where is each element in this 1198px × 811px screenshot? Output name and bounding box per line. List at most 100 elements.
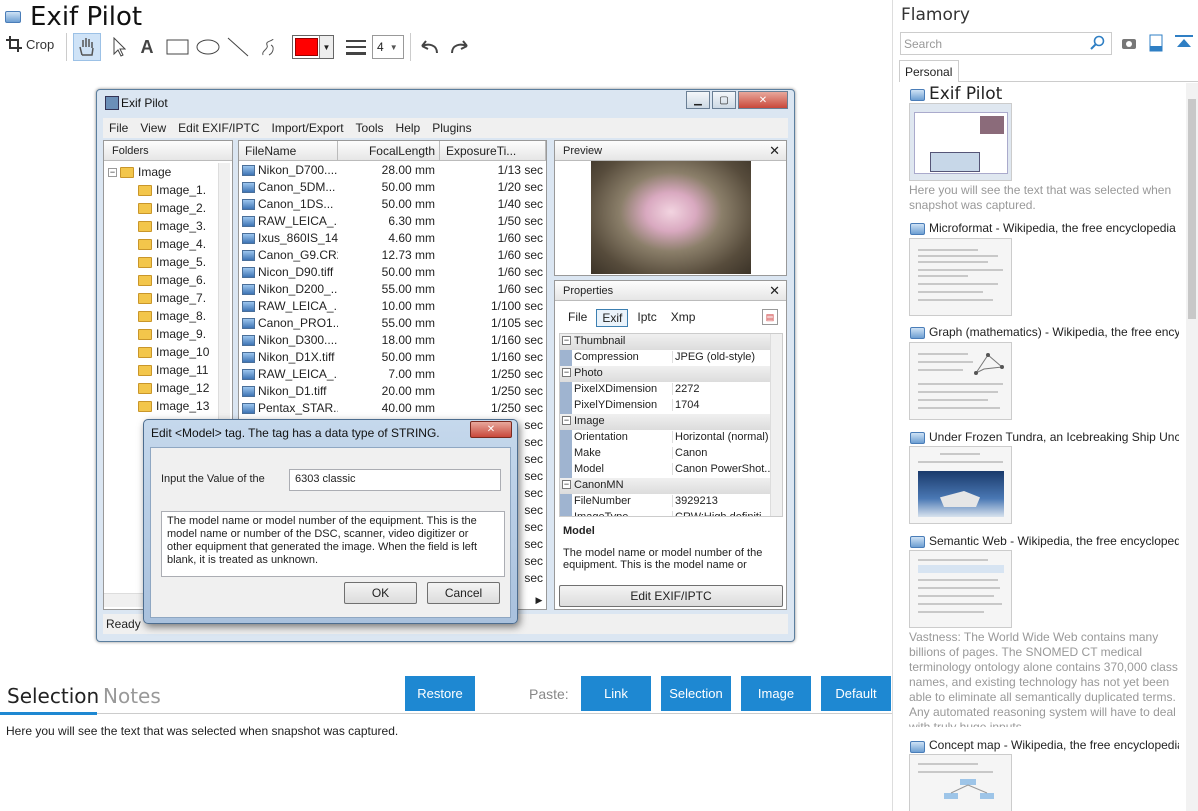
tab-personal[interactable]: Personal: [899, 60, 959, 82]
paste-selection-button[interactable]: Selection: [661, 676, 731, 711]
column-exposure[interactable]: ExposureTi...: [440, 141, 546, 161]
file-row[interactable]: Canon_1DS... 50.00 mm 1/40 sec: [239, 196, 546, 213]
line-width-button[interactable]: [343, 34, 369, 60]
maximize-button[interactable]: ▢: [712, 91, 736, 109]
redo-button[interactable]: [447, 34, 473, 60]
menu-plugins[interactable]: Plugins: [426, 121, 477, 135]
history-title[interactable]: Concept map - Wikipedia, the free encycl…: [929, 738, 1179, 752]
file-row[interactable]: Canon_PRO1... 55.00 mm 1/105 sec: [239, 315, 546, 332]
collapse-panel-icon[interactable]: [1175, 35, 1193, 54]
chevron-right-icon[interactable]: ▶: [532, 593, 546, 607]
file-row[interactable]: Nikon_D200_... 55.00 mm 1/60 sec: [239, 281, 546, 298]
paste-default-button[interactable]: Default: [821, 676, 891, 711]
tab-xmp[interactable]: Xmp: [666, 309, 701, 325]
line-tool-button[interactable]: [225, 34, 251, 60]
tree-folder-item[interactable]: Image_6.: [138, 271, 206, 289]
tag-value-input[interactable]: 6303 classic: [289, 469, 501, 491]
tree-folder-item[interactable]: Image_8.: [138, 307, 206, 325]
text-tool-button[interactable]: A: [136, 34, 158, 60]
scroll-thumb[interactable]: [1188, 99, 1196, 319]
color-picker[interactable]: ▼: [292, 35, 334, 59]
properties-scrollbar[interactable]: [770, 334, 782, 516]
stroke-width-select[interactable]: 4 ▼: [372, 35, 404, 59]
dialog-close-button[interactable]: ✕: [470, 421, 512, 438]
edit-exif-button[interactable]: Edit EXIF/IPTC: [559, 585, 783, 607]
tree-folder-item[interactable]: Image_9.: [138, 325, 206, 343]
close-icon[interactable]: ✕: [769, 283, 780, 299]
ok-button[interactable]: OK: [344, 582, 417, 604]
tree-folder-item[interactable]: Image_4.: [138, 235, 206, 253]
file-row[interactable]: RAW_LEICA_... 10.00 mm 1/100 sec: [239, 298, 546, 315]
restore-button[interactable]: Restore: [405, 676, 475, 711]
history-title[interactable]: Under Frozen Tundra, an Icebreaking Ship…: [929, 430, 1179, 444]
history-title[interactable]: Semantic Web - Wikipedia, the free encyc…: [929, 534, 1179, 548]
report-icon[interactable]: ▤: [762, 309, 778, 325]
select-tool-button[interactable]: [108, 34, 130, 60]
property-row[interactable]: Orientation Horizontal (normal): [560, 430, 770, 446]
cancel-button[interactable]: Cancel: [427, 582, 500, 604]
file-row[interactable]: Ixus_860IS_14...4.60 mm1/60 sec: [239, 230, 546, 247]
tab-selection[interactable]: Selection: [7, 684, 99, 708]
tree-folder-item[interactable]: Image_3.: [138, 217, 206, 235]
property-row[interactable]: FileNumber 3929213: [560, 494, 770, 510]
tab-file[interactable]: File: [563, 309, 592, 325]
close-icon[interactable]: ✕: [769, 143, 780, 159]
property-group-row[interactable]: − Photo: [560, 366, 770, 382]
tree-folder-item[interactable]: Image_2.: [138, 199, 206, 217]
history-scrollbar[interactable]: [1186, 83, 1198, 811]
column-focallength[interactable]: FocalLength: [338, 141, 440, 161]
close-button[interactable]: ✕: [738, 91, 788, 109]
property-row[interactable]: PixelYDimension 1704: [560, 398, 770, 414]
file-row[interactable]: Pentax_STAR... 40.00 mm 1/250 sec: [239, 400, 546, 417]
menu-file[interactable]: File: [103, 121, 134, 135]
ellipse-tool-button[interactable]: [195, 34, 221, 60]
tree-folder-item[interactable]: Image_7.: [138, 289, 206, 307]
hand-tool-button[interactable]: [73, 33, 101, 61]
history-thumbnail[interactable]: [909, 342, 1012, 420]
file-row[interactable]: RAW_LEICA_... 7.00 mm 1/250 sec: [239, 366, 546, 383]
file-row[interactable]: Nikon_D700.... 28.00 mm 1/13 sec: [239, 162, 546, 179]
menu-tools[interactable]: Tools: [350, 121, 390, 135]
paste-link-button[interactable]: Link: [581, 676, 651, 711]
history-thumbnail[interactable]: [909, 550, 1012, 628]
file-row[interactable]: Nikon_D1X.tiff 50.00 mm 1/160 sec: [239, 349, 546, 366]
property-group-row[interactable]: − Image: [560, 414, 770, 430]
property-row[interactable]: ImageType CRW:High definiti...: [560, 510, 770, 516]
file-row[interactable]: Nicon_D90.tiff 50.00 mm 1/60 sec: [239, 264, 546, 281]
paste-image-button[interactable]: Image: [741, 676, 811, 711]
tree-folder-item[interactable]: Image_1.: [138, 181, 206, 199]
document-icon[interactable]: [1149, 34, 1163, 55]
minimize-button[interactable]: ▁: [686, 91, 710, 109]
property-group-row[interactable]: − CanonMN: [560, 478, 770, 494]
freehand-tool-button[interactable]: [256, 34, 282, 60]
history-thumbnail[interactable]: [909, 446, 1012, 524]
column-filename[interactable]: FileName: [239, 141, 338, 161]
search-input[interactable]: Search: [900, 32, 1112, 55]
tree-folder-item[interactable]: Image_13: [138, 397, 209, 415]
history-title[interactable]: Graph (mathematics) - Wikipedia, the fre…: [929, 325, 1179, 339]
history-thumbnail[interactable]: [909, 238, 1012, 316]
rectangle-tool-button[interactable]: [165, 34, 191, 60]
property-row[interactable]: Make Canon: [560, 446, 770, 462]
tab-exif[interactable]: Exif: [596, 309, 629, 327]
camera-icon[interactable]: [1121, 36, 1137, 53]
file-row[interactable]: RAW_LEICA_... 6.30 mm 1/50 sec: [239, 213, 546, 230]
history-title[interactable]: Exif Pilot: [929, 84, 1002, 104]
tree-folder-item[interactable]: Image_5.: [138, 253, 206, 271]
property-group-row[interactable]: − Thumbnail: [560, 334, 770, 350]
menu-edit[interactable]: Edit EXIF/IPTC: [172, 121, 265, 135]
tree-folder-item[interactable]: Image_12: [138, 379, 209, 397]
tab-iptc[interactable]: Iptc: [632, 309, 661, 325]
tab-notes[interactable]: Notes: [103, 684, 161, 708]
search-icon[interactable]: [1090, 35, 1106, 54]
file-row[interactable]: Canon_G9.CR2 12.73 mm 1/60 sec: [239, 247, 546, 264]
menu-view[interactable]: View: [134, 121, 172, 135]
tree-folder-item[interactable]: Image_10: [138, 343, 209, 361]
property-row[interactable]: Model Canon PowerShot...: [560, 462, 770, 478]
tree-folder-item[interactable]: Image_11: [138, 361, 208, 379]
undo-button[interactable]: [416, 34, 442, 60]
crop-button[interactable]: Crop: [6, 36, 54, 52]
property-row[interactable]: Compression JPEG (old-style): [560, 350, 770, 366]
property-row[interactable]: PixelXDimension 2272: [560, 382, 770, 398]
menu-help[interactable]: Help: [390, 121, 427, 135]
